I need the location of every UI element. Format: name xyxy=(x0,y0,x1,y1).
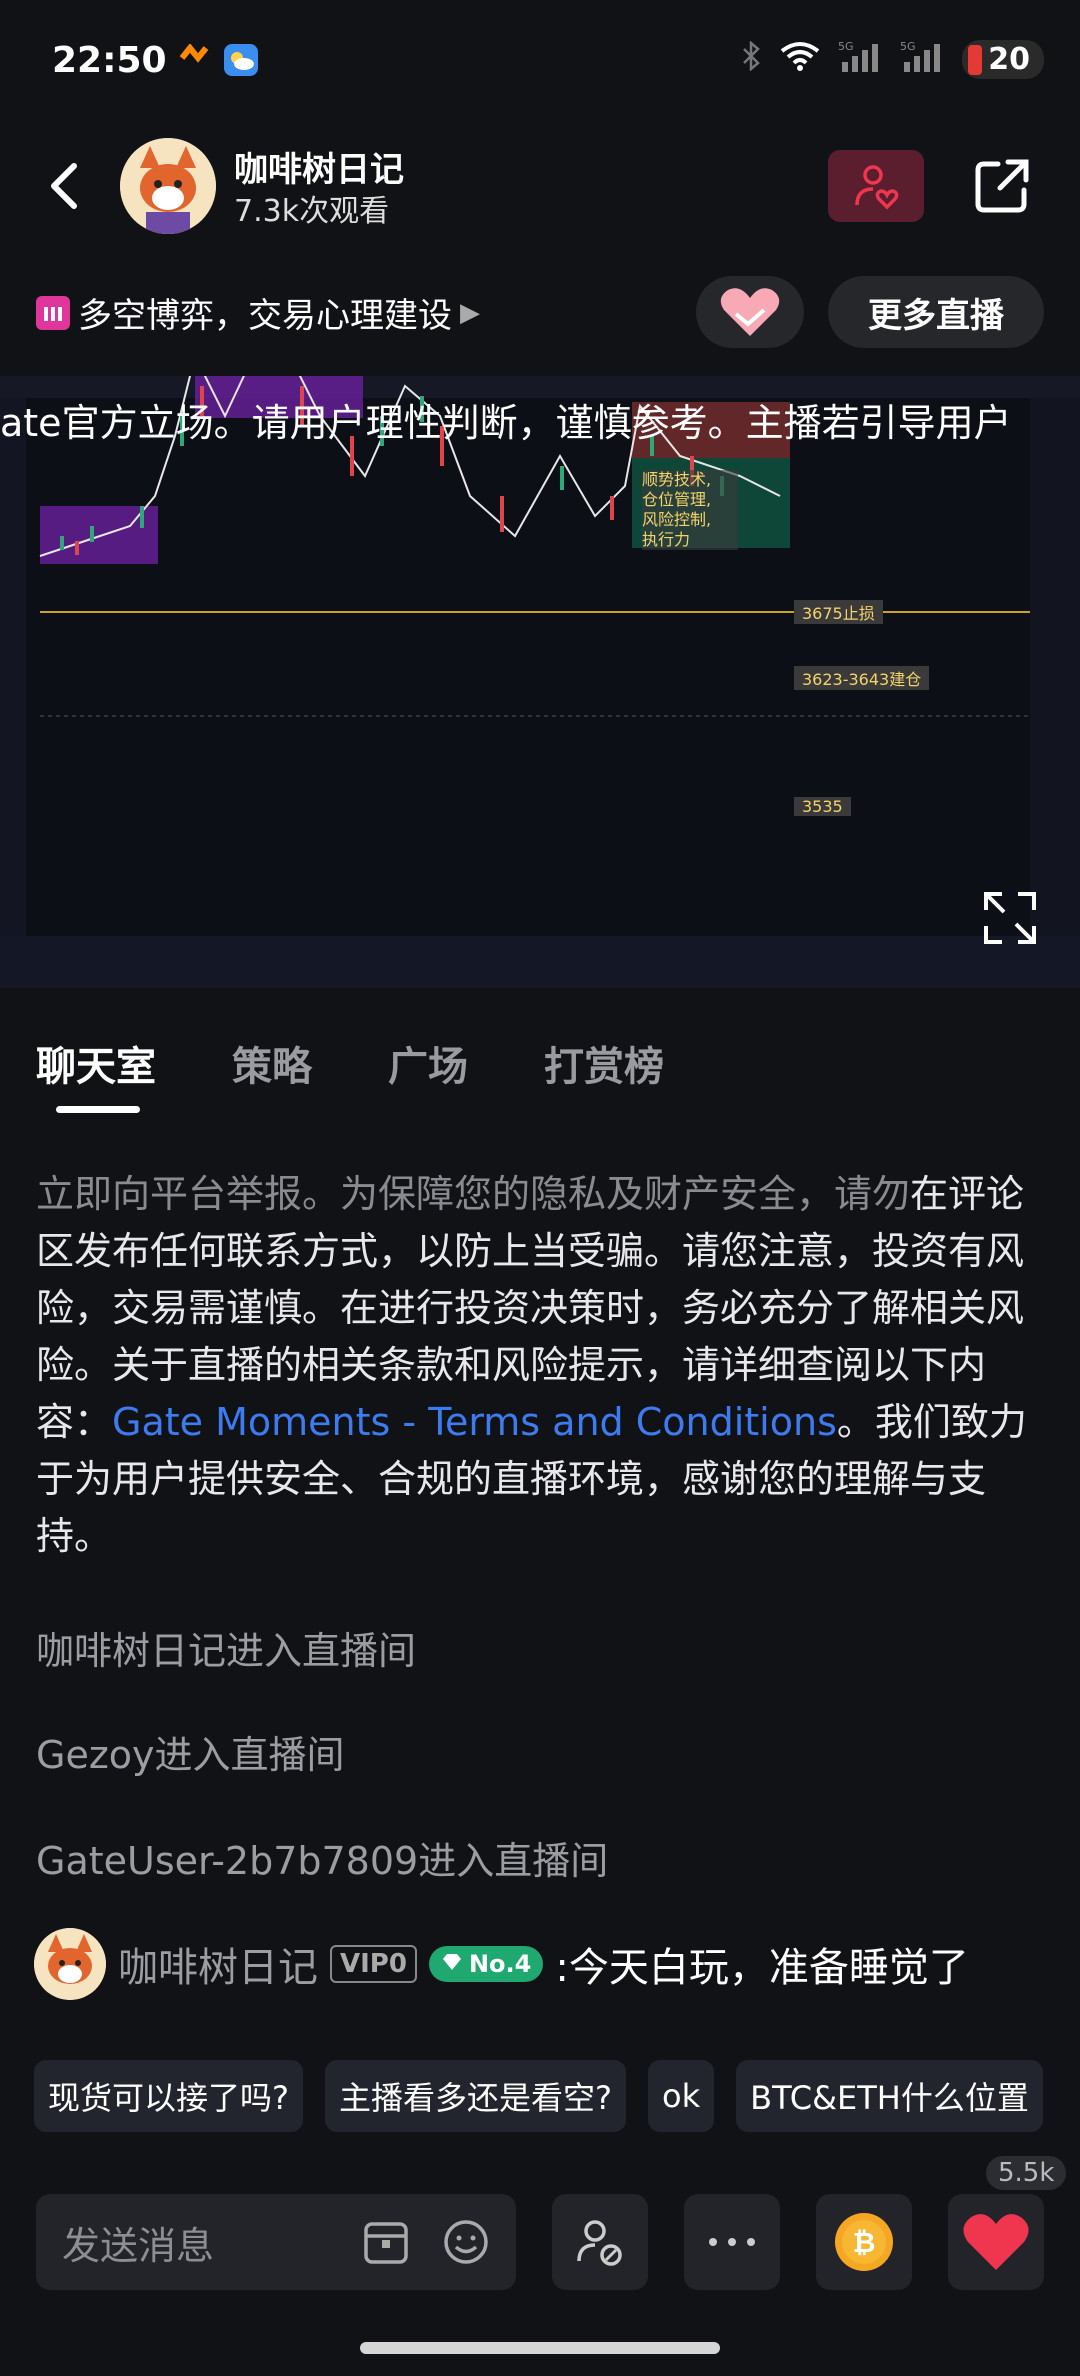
user-heart-icon xyxy=(855,165,899,210)
view-count: 7.3k次观看 xyxy=(234,194,390,229)
tab-strategy[interactable]: 策略 xyxy=(232,1034,312,1092)
handshake-heart-button[interactable] xyxy=(696,276,804,348)
battery-indicator: 20 xyxy=(962,40,1044,79)
message-input[interactable]: 发送消息 xyxy=(36,2194,516,2290)
disclaimer-marquee: ate官方立场。请用户理性判断，谨慎参考。主播若引导用户 xyxy=(0,401,1012,445)
follow-button[interactable] xyxy=(828,150,924,222)
share-button[interactable] xyxy=(966,150,1038,222)
entry-message: GateUser-2b7b7809进入直播间 xyxy=(36,1839,609,1883)
message-username[interactable]: 咖啡树日记 xyxy=(118,1935,318,1993)
user-avatar[interactable] xyxy=(34,1928,106,2000)
like-count: 5.5k xyxy=(986,2156,1067,2190)
app-notification-icon xyxy=(178,43,212,76)
message-text: :今天白玩，准备睡觉了 xyxy=(555,1945,969,1991)
target-level-label: 3535 xyxy=(794,797,851,816)
like-button[interactable] xyxy=(948,2194,1044,2290)
notice-faded-text: 立即向平台举报。为保障您的隐私及财产安全，请勿 xyxy=(36,1172,911,1216)
signal-5g-icon-2: 5G xyxy=(900,40,944,79)
quick-reply-chip[interactable]: ok xyxy=(648,2060,715,2132)
annotation-line: 风险控制, xyxy=(642,510,712,529)
diamond-icon xyxy=(441,1950,463,1978)
back-button[interactable] xyxy=(40,150,90,220)
heart-icon xyxy=(963,2214,1029,2270)
status-icons: 5G 5G 20 xyxy=(740,40,1044,79)
quick-reply-chip[interactable]: 现货可以接了吗? xyxy=(34,2060,303,2132)
rank-badge: No.4 xyxy=(428,1946,544,1982)
quick-reply-chip[interactable]: 主播看多还是看空? xyxy=(325,2060,626,2132)
fox-avatar-icon xyxy=(120,138,216,234)
chat-tabs: 聊天室 策略 广场 打赏榜 xyxy=(36,1034,664,1092)
bluetooth-icon xyxy=(740,40,762,78)
more-options-button[interactable] xyxy=(684,2194,780,2290)
user-settings-icon xyxy=(577,2220,622,2266)
vip-badge: VIP0 xyxy=(330,1945,417,1983)
chevron-left-icon xyxy=(51,163,77,209)
emoji-icon[interactable] xyxy=(442,2218,490,2266)
live-bars-icon xyxy=(36,295,70,330)
entry-message: Gezoy进入直播间 xyxy=(36,1733,345,1777)
tab-chatroom[interactable]: 聊天室 xyxy=(36,1034,156,1092)
gift-box-icon[interactable] xyxy=(362,2218,410,2266)
quick-reply-chip[interactable]: BTC&ETH什么位置 xyxy=(736,2060,1043,2132)
tab-square[interactable]: 广场 xyxy=(388,1034,468,1092)
more-dots-icon xyxy=(709,2238,755,2246)
entry-message: 咖啡树日记进入直播间 xyxy=(36,1629,417,1673)
more-live-button[interactable]: 更多直播 xyxy=(828,276,1044,348)
svg-text:5G: 5G xyxy=(838,40,854,53)
home-indicator[interactable] xyxy=(360,2342,720,2354)
host-name[interactable]: 咖啡树日记 xyxy=(234,142,404,191)
wifi-icon xyxy=(780,41,820,78)
status-time: 22:50 xyxy=(52,40,167,81)
weather-icon xyxy=(224,44,258,76)
risk-notice: 立即向平台举报。为保障您的隐私及财产安全，请勿在评论区发布任何联系方式，以防上当… xyxy=(36,1166,1046,1565)
quick-replies: 现货可以接了吗? 主播看多还是看空? ok BTC&ETH什么位置 xyxy=(34,2060,1043,2132)
tab-tip-ranking[interactable]: 打赏榜 xyxy=(544,1034,664,1092)
live-topic[interactable]: 多空博弈，交易心理建设 ▶ xyxy=(36,288,480,337)
user-settings-button[interactable] xyxy=(552,2194,648,2290)
annotation-line: 仓位管理, xyxy=(642,490,712,509)
annotation-line: 执行力 xyxy=(642,530,691,549)
fox-avatar-icon xyxy=(34,1928,106,2000)
topic-text: 多空博弈，交易心理建设 xyxy=(78,296,452,336)
bitcoin-coin-icon: ₿ xyxy=(835,2213,893,2271)
rank-text: No.4 xyxy=(468,1950,532,1978)
entry-level-label: 3623-3643建仓 xyxy=(794,666,930,690)
signal-5g-icon-1: 5G xyxy=(838,40,882,79)
chat-message: 咖啡树日记 VIP0 No.4 :今天白玩，准备睡觉了 xyxy=(34,1928,969,2000)
active-tab-indicator xyxy=(56,1106,140,1113)
terms-link[interactable]: Gate Moments - Terms and Conditions xyxy=(112,1400,837,1444)
svg-text:5G: 5G xyxy=(900,40,916,53)
battery-icon xyxy=(968,44,983,75)
annotation-line: 顺势技术, xyxy=(642,470,712,489)
caret-right-icon: ▶ xyxy=(460,297,480,328)
coin-tip-button[interactable]: ₿ xyxy=(816,2194,912,2290)
chart-annotation: 顺势技术, 仓位管理, 风险控制, 执行力 xyxy=(642,470,738,550)
expand-icon xyxy=(984,892,1036,944)
stop-level-label: 3675止损 xyxy=(794,600,883,624)
message-placeholder: 发送消息 xyxy=(62,2223,215,2268)
battery-level: 20 xyxy=(988,42,1030,77)
share-icon xyxy=(975,159,1029,213)
fullscreen-button[interactable] xyxy=(980,888,1040,948)
svg-text:₿: ₿ xyxy=(853,2226,876,2259)
host-avatar[interactable] xyxy=(120,138,216,234)
handshake-heart-icon xyxy=(720,288,780,336)
